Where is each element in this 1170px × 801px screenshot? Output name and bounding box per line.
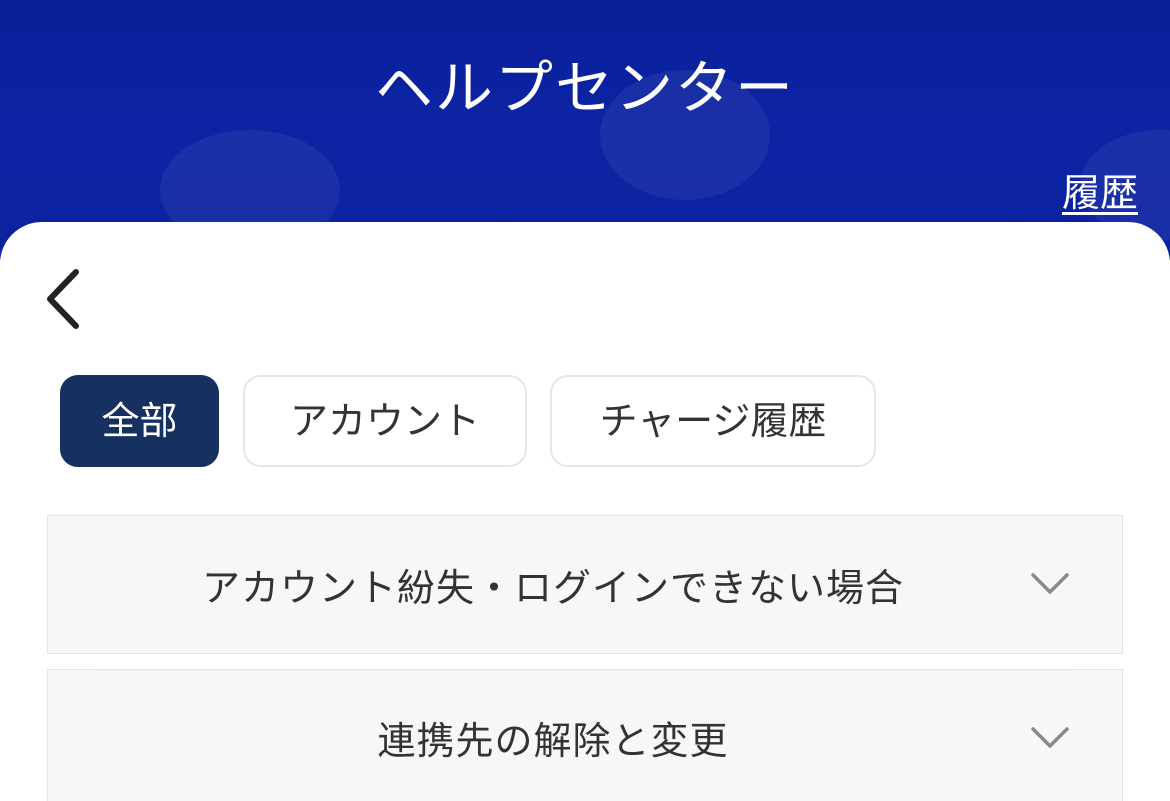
tab-label: 全部 bbox=[101, 399, 178, 443]
chevron-down-icon bbox=[1031, 573, 1069, 594]
help-center-screen: ヘルプセンター 履歴 全部 アカウント チャージ履歴 アカウント紛失・ログインで… bbox=[0, 0, 1170, 801]
chevron-left-icon bbox=[47, 269, 79, 329]
back-button[interactable] bbox=[36, 264, 96, 334]
faq-item[interactable]: アカウント紛失・ログインできない場合 bbox=[47, 515, 1123, 654]
tab-account[interactable]: アカウント bbox=[243, 375, 527, 467]
page-title: ヘルプセンター bbox=[374, 54, 795, 122]
tab-label: アカウント bbox=[289, 399, 480, 443]
faq-item[interactable]: 連携先の解除と変更 bbox=[47, 669, 1123, 801]
history-link[interactable]: 履歴 bbox=[1062, 162, 1138, 217]
faq-question: アカウント紛失・ログインできない場合 bbox=[201, 566, 904, 610]
faq-question: 連携先の解除と変更 bbox=[377, 718, 729, 763]
chevron-down-icon bbox=[1031, 727, 1069, 748]
tab-charge-history[interactable]: チャージ履歴 bbox=[550, 375, 876, 467]
header-banner: ヘルプセンター 履歴 bbox=[0, 0, 1170, 260]
tab-label: チャージ履歴 bbox=[599, 399, 827, 443]
content-sheet: 全部 アカウント チャージ履歴 アカウント紛失・ログインできない場合 連携先の解… bbox=[0, 222, 1170, 801]
tab-all[interactable]: 全部 bbox=[60, 375, 219, 467]
